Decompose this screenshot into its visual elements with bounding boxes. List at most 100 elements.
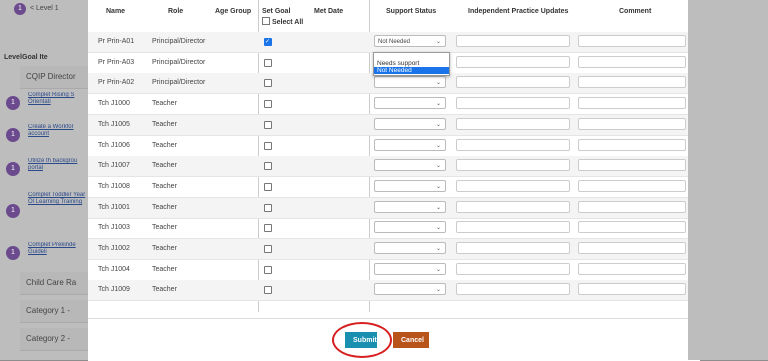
goal-link[interactable]: Complet Prekinde Guideli (28, 242, 86, 264)
select-all[interactable]: Select All (262, 17, 303, 26)
set-goal-checkbox[interactable] (264, 100, 272, 109)
table-row: Tch J1008 Teacher ⌄ (88, 177, 700, 198)
header-met-date: Met Date (314, 8, 344, 15)
ip-updates-input[interactable] (456, 35, 570, 47)
header-comment: Comment (619, 8, 652, 15)
select-all-checkbox[interactable] (262, 17, 270, 25)
staff-role: Teacher (152, 286, 177, 294)
comment-input[interactable] (578, 179, 686, 192)
section-child-care[interactable]: Child Care Ra (20, 272, 88, 295)
chevron-down-icon: ⌄ (435, 246, 441, 252)
ip-updates-input[interactable] (456, 97, 570, 110)
level-breadcrumb[interactable]: < Level 1 (30, 5, 59, 12)
chevron-down-icon: ⌄ (435, 39, 441, 45)
set-goal-checkbox[interactable] (264, 162, 272, 171)
comment-input[interactable] (578, 76, 686, 89)
goal-level-badge: 1 (6, 128, 20, 142)
comment-input[interactable] (578, 55, 686, 68)
staff-role: Teacher (152, 245, 177, 252)
support-status-select[interactable]: ⌄ (374, 117, 446, 130)
comment-input[interactable] (578, 283, 686, 296)
support-status-dropdown[interactable]: Needs support Not Needed (373, 52, 450, 76)
goal-level-badge: 1 (6, 204, 20, 218)
table-row: Pr Prin-A02 Principal/Director ⌄ (88, 73, 700, 95)
table-row: Pr Prin-A01 Principal/Director Not Needed ⌄ (88, 32, 700, 53)
staff-name: Pr Prin-A01 (98, 38, 135, 45)
staff-name: Pr Prin-A03 (98, 58, 135, 66)
staff-role: Teacher (152, 120, 177, 128)
dropdown-option-needs-support[interactable]: Needs support (374, 60, 449, 67)
goal-link[interactable]: Create a Workfor account (28, 124, 86, 146)
ip-updates-input[interactable] (456, 138, 570, 151)
set-goal-checkbox[interactable] (264, 141, 272, 150)
comment-input[interactable] (578, 97, 686, 110)
staff-role: Teacher (152, 162, 177, 170)
set-goal-checkbox[interactable] (264, 120, 272, 129)
goal-link[interactable]: Complet Rising S Orientati (28, 92, 86, 114)
table-row: Tch J1006 Teacher ⌄ (88, 136, 700, 157)
comment-input[interactable] (578, 262, 686, 275)
ip-updates-input[interactable] (456, 159, 570, 172)
section-category-1[interactable]: Category 1 - (20, 300, 88, 323)
comment-input[interactable] (578, 200, 686, 213)
ip-updates-input[interactable] (456, 76, 570, 89)
ip-updates-input[interactable] (456, 117, 570, 130)
cancel-button[interactable]: Cancel (393, 332, 429, 348)
support-status-select[interactable]: ⌄ (374, 76, 446, 89)
goal-link[interactable]: Utilize th backgrou portal (28, 158, 86, 180)
select-all-label: Select All (271, 19, 304, 26)
dropdown-option-empty[interactable] (374, 53, 449, 60)
ip-updates-input[interactable] (456, 221, 570, 234)
set-goal-checkbox[interactable] (264, 224, 272, 233)
goal-modal: Name Role Age Group Set Goal Select All … (88, 0, 700, 361)
staff-role: Teacher (152, 182, 177, 190)
table-row: Tch J1004 Teacher ⌄ (88, 260, 700, 281)
ip-updates-input[interactable] (456, 55, 570, 68)
goal-column-header: Goal Ite (22, 54, 48, 61)
comment-input[interactable] (578, 35, 686, 47)
set-goal-checkbox[interactable] (264, 245, 272, 253)
ip-updates-input[interactable] (456, 179, 570, 192)
support-status-select[interactable]: ⌄ (374, 138, 446, 151)
set-goal-checkbox[interactable] (264, 79, 272, 88)
support-status-select[interactable]: ⌄ (374, 262, 446, 275)
support-status-select[interactable]: ⌄ (374, 97, 446, 110)
goal-level-badge: 1 (6, 96, 20, 110)
comment-input[interactable] (578, 159, 686, 172)
ip-updates-input[interactable] (456, 283, 570, 296)
support-status-select[interactable]: Not Needed ⌄ (374, 35, 446, 47)
support-status-select[interactable]: ⌄ (374, 283, 446, 296)
staff-table: Name Role Age Group Set Goal Select All … (88, 0, 700, 312)
comment-input[interactable] (578, 221, 686, 234)
staff-name: Tch J1009 (98, 286, 130, 294)
ip-updates-input[interactable] (456, 262, 570, 275)
comment-input[interactable] (578, 117, 686, 130)
set-goal-checkbox[interactable] (264, 203, 272, 212)
set-goal-checkbox[interactable] (264, 265, 272, 274)
ip-updates-input[interactable] (456, 242, 570, 254)
staff-name: Pr Prin-A02 (98, 79, 135, 87)
set-goal-checkbox[interactable] (264, 58, 272, 67)
set-goal-checkbox[interactable] (264, 286, 272, 295)
chevron-down-icon: ⌄ (435, 225, 441, 232)
dropdown-option-not-needed[interactable]: Not Needed (374, 67, 449, 74)
support-status-select[interactable]: ⌄ (374, 159, 446, 172)
support-status-value: Not Needed (378, 39, 411, 45)
goal-link[interactable]: Complet Toddler Year Ol Learning Trainin… (28, 192, 86, 228)
set-goal-checkbox[interactable] (264, 182, 272, 191)
set-goal-checkbox[interactable] (264, 38, 272, 46)
staff-name: Tch J1001 (98, 203, 130, 211)
section-category-2[interactable]: Category 2 - (20, 328, 88, 351)
staff-name: Tch J1007 (98, 162, 130, 170)
table-row: Tch J1000 Teacher ⌄ (88, 94, 700, 116)
support-status-select[interactable]: ⌄ (374, 242, 446, 254)
section-cqip[interactable]: CQIP Director (20, 66, 88, 89)
comment-input[interactable] (578, 138, 686, 151)
ip-updates-input[interactable] (456, 200, 570, 213)
chevron-down-icon: ⌄ (435, 80, 441, 87)
support-status-select[interactable]: ⌄ (374, 221, 446, 234)
support-status-select[interactable]: ⌄ (374, 179, 446, 192)
support-status-select[interactable]: ⌄ (374, 200, 446, 213)
comment-input[interactable] (578, 242, 686, 254)
table-row: Tch J1003 Teacher ⌄ (88, 218, 700, 240)
